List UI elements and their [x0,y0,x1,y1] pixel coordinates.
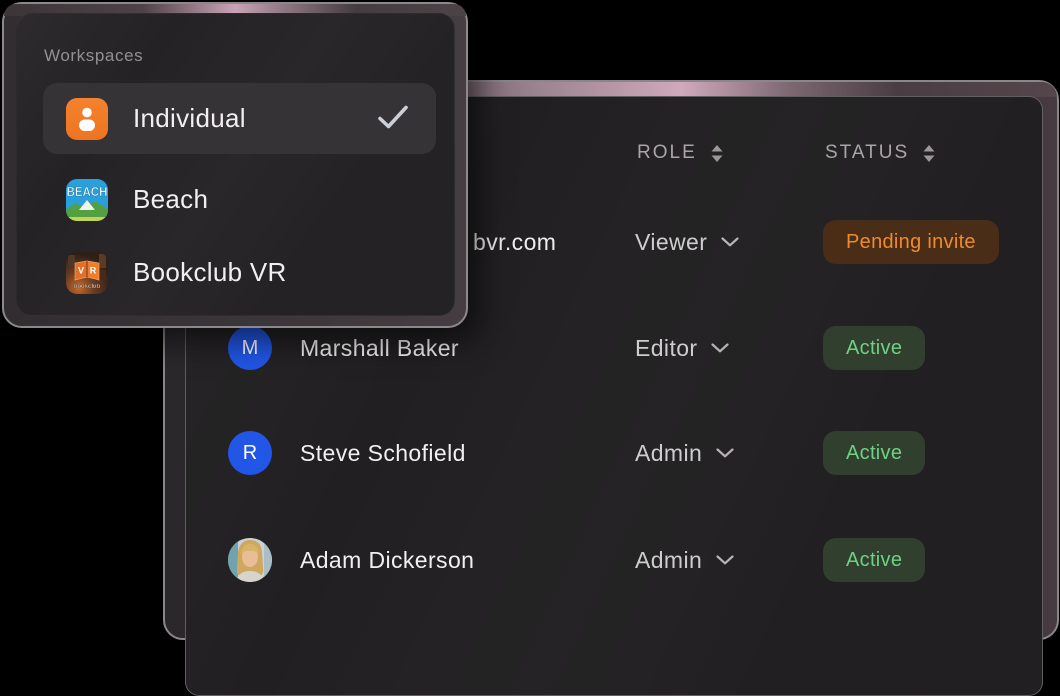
chevron-down-icon [716,448,734,458]
table-row: Adam Dickerson Admin Active [186,538,1042,582]
column-header-status-label: STATUS [825,142,909,164]
role-dropdown[interactable]: Admin [635,538,734,582]
table-row: R Steve Schofield Admin Active [186,431,1042,475]
svg-text:bookclub: bookclub [74,284,101,290]
bookclub-vr-app-icon: V R bookclub [66,252,108,294]
avatar: M [228,326,272,370]
status-badge: Active [823,326,925,370]
status-badge: Active [823,538,925,582]
workspaces-panel: Workspaces Individual [16,13,455,316]
member-email: bvr.com [473,220,556,264]
workspace-label: Beach [133,184,208,215]
svg-text:R: R [90,265,97,275]
person-icon [66,98,108,140]
role-dropdown[interactable]: Editor [635,326,729,370]
role-value: Admin [635,547,702,574]
svg-text:BEACH: BEACH [67,184,108,199]
role-dropdown[interactable]: Viewer [635,220,739,264]
workspace-label: Individual [133,103,246,134]
workspace-item-individual[interactable]: Individual [43,83,436,154]
status-badge: Pending invite [823,220,999,264]
sort-icon[interactable] [711,145,723,162]
role-value: Editor [635,335,697,362]
column-header-role[interactable]: ROLE [637,139,723,167]
beach-app-icon: BEACH [66,179,108,221]
chevron-down-icon [721,237,739,247]
column-header-role-label: ROLE [637,142,697,164]
chevron-down-icon [711,343,729,353]
sort-icon[interactable] [923,145,935,162]
workspaces-popup: Workspaces Individual [2,2,468,328]
avatar-photo [228,538,272,582]
workspaces-title: Workspaces [44,46,143,66]
status-badge: Active [823,431,925,475]
role-dropdown[interactable]: Admin [635,431,734,475]
member-name: Steve Schofield [300,431,466,475]
woman-portrait-icon [228,538,272,582]
role-value: Viewer [635,229,707,256]
workspace-label: Bookclub VR [133,257,287,288]
role-value: Admin [635,440,702,467]
workspace-item-beach[interactable]: BEACH Beach [43,164,436,235]
check-icon [378,105,408,130]
column-header-status[interactable]: STATUS [825,139,935,167]
member-name: Marshall Baker [300,326,459,370]
svg-text:V: V [78,265,84,275]
workspace-item-bookclub-vr[interactable]: V R bookclub Bookclub VR [43,237,436,308]
chevron-down-icon [716,555,734,565]
avatar: R [228,431,272,475]
table-row: M Marshall Baker Editor Active [186,326,1042,370]
member-name: Adam Dickerson [300,538,474,582]
